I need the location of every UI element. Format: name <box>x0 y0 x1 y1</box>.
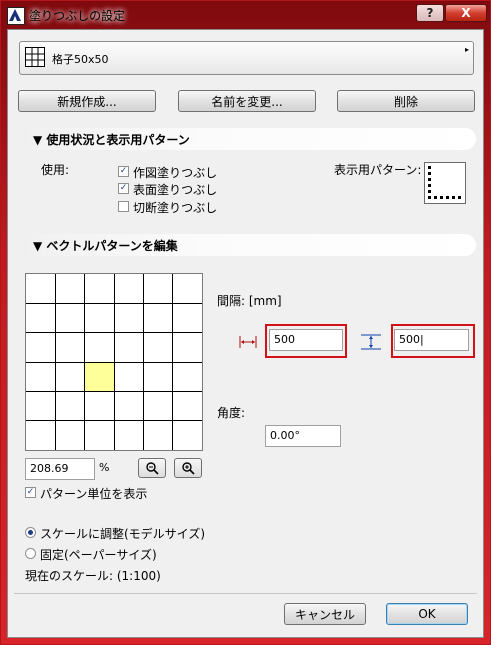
new-button[interactable]: 新規作成... <box>18 90 156 112</box>
cut-fill-label: 切断塗りつぶし <box>133 201 218 215</box>
window-title: 塗りつぶしの設定 <box>29 9 126 23</box>
chevron-right-icon: ▸ <box>464 45 469 54</box>
vertical-spacing-icon <box>361 334 381 350</box>
title-bar[interactable]: 塗りつぶしの設定 ? X <box>1 1 490 31</box>
delete-button[interactable]: 削除 <box>337 90 475 112</box>
fill-name: 格子50x50 <box>52 53 109 66</box>
scale-input[interactable]: 208.69 <box>25 458 95 480</box>
help-button[interactable]: ? <box>416 4 444 22</box>
model-size-label: スケールに調整(モデルサイズ) <box>40 527 206 541</box>
display-pattern-preview[interactable] <box>424 162 466 204</box>
grid-lines <box>26 274 202 450</box>
angle-input[interactable]: 0.00° <box>265 425 341 447</box>
display-pattern-label: 表示用パターン: <box>334 163 422 177</box>
usage-section-header[interactable]: ▼ 使用状況と表示用パターン <box>19 128 476 150</box>
current-scale-text: 現在のスケール: (1:100) <box>25 569 161 583</box>
show-pattern-unit-label: パターン単位を表示 <box>40 487 148 501</box>
zoom-in-button[interactable] <box>174 458 202 478</box>
y-spacing-input[interactable]: 500| <box>394 329 469 351</box>
paper-size-radio[interactable] <box>25 548 36 559</box>
show-pattern-unit-checkbox[interactable]: ✓ <box>25 487 36 498</box>
model-size-radio[interactable] <box>25 527 36 538</box>
highlighted-unit-cell <box>85 362 114 391</box>
paper-size-label: 固定(ペーパーサイズ) <box>40 548 157 562</box>
grid-icon <box>25 47 45 67</box>
drafting-fill-label: 作図塗りつぶし <box>133 166 218 180</box>
preview-dots-vertical <box>428 166 433 199</box>
zoom-out-button[interactable] <box>138 458 166 478</box>
close-button[interactable]: X <box>445 4 487 22</box>
vector-section-title: ▼ ベクトルパターンを編集 <box>33 239 178 253</box>
footer-separator <box>14 593 477 594</box>
spacing-label: 間隔: [mm] <box>217 294 282 308</box>
drafting-fill-checkbox[interactable]: ✓ <box>118 166 129 177</box>
app-icon <box>7 7 25 25</box>
zoom-in-icon <box>182 462 195 475</box>
preview-dots-horizontal <box>428 196 461 201</box>
fill-type-selector[interactable]: 格子50x50 ▸ <box>19 41 474 75</box>
surface-fill-label: 表面塗りつぶし <box>133 183 218 197</box>
surface-fill-checkbox[interactable]: ✓ <box>118 183 129 194</box>
usage-section-title: ▼ 使用状況と表示用パターン <box>33 133 190 147</box>
zoom-out-icon <box>146 462 159 475</box>
ok-button[interactable]: OK <box>386 603 468 625</box>
pattern-editor-grid[interactable] <box>25 273 203 451</box>
cut-fill-checkbox[interactable] <box>118 201 129 212</box>
vector-section-header[interactable]: ▼ ベクトルパターンを編集 <box>19 234 476 256</box>
rename-button[interactable]: 名前を変更... <box>178 90 316 112</box>
dialog-window: 塗りつぶしの設定 ? X 格子50x50 ▸ 新規作成... 名前を変更... … <box>0 0 491 645</box>
horizontal-spacing-icon <box>239 336 257 348</box>
x-spacing-input[interactable]: 500 <box>269 329 343 351</box>
dialog-body: 格子50x50 ▸ 新規作成... 名前を変更... 削除 ▼ 使用状況と表示用… <box>7 29 484 638</box>
scale-unit: % <box>99 461 110 474</box>
angle-label: 角度: <box>217 406 246 420</box>
cancel-button[interactable]: キャンセル <box>284 603 366 625</box>
use-label: 使用: <box>41 163 70 177</box>
